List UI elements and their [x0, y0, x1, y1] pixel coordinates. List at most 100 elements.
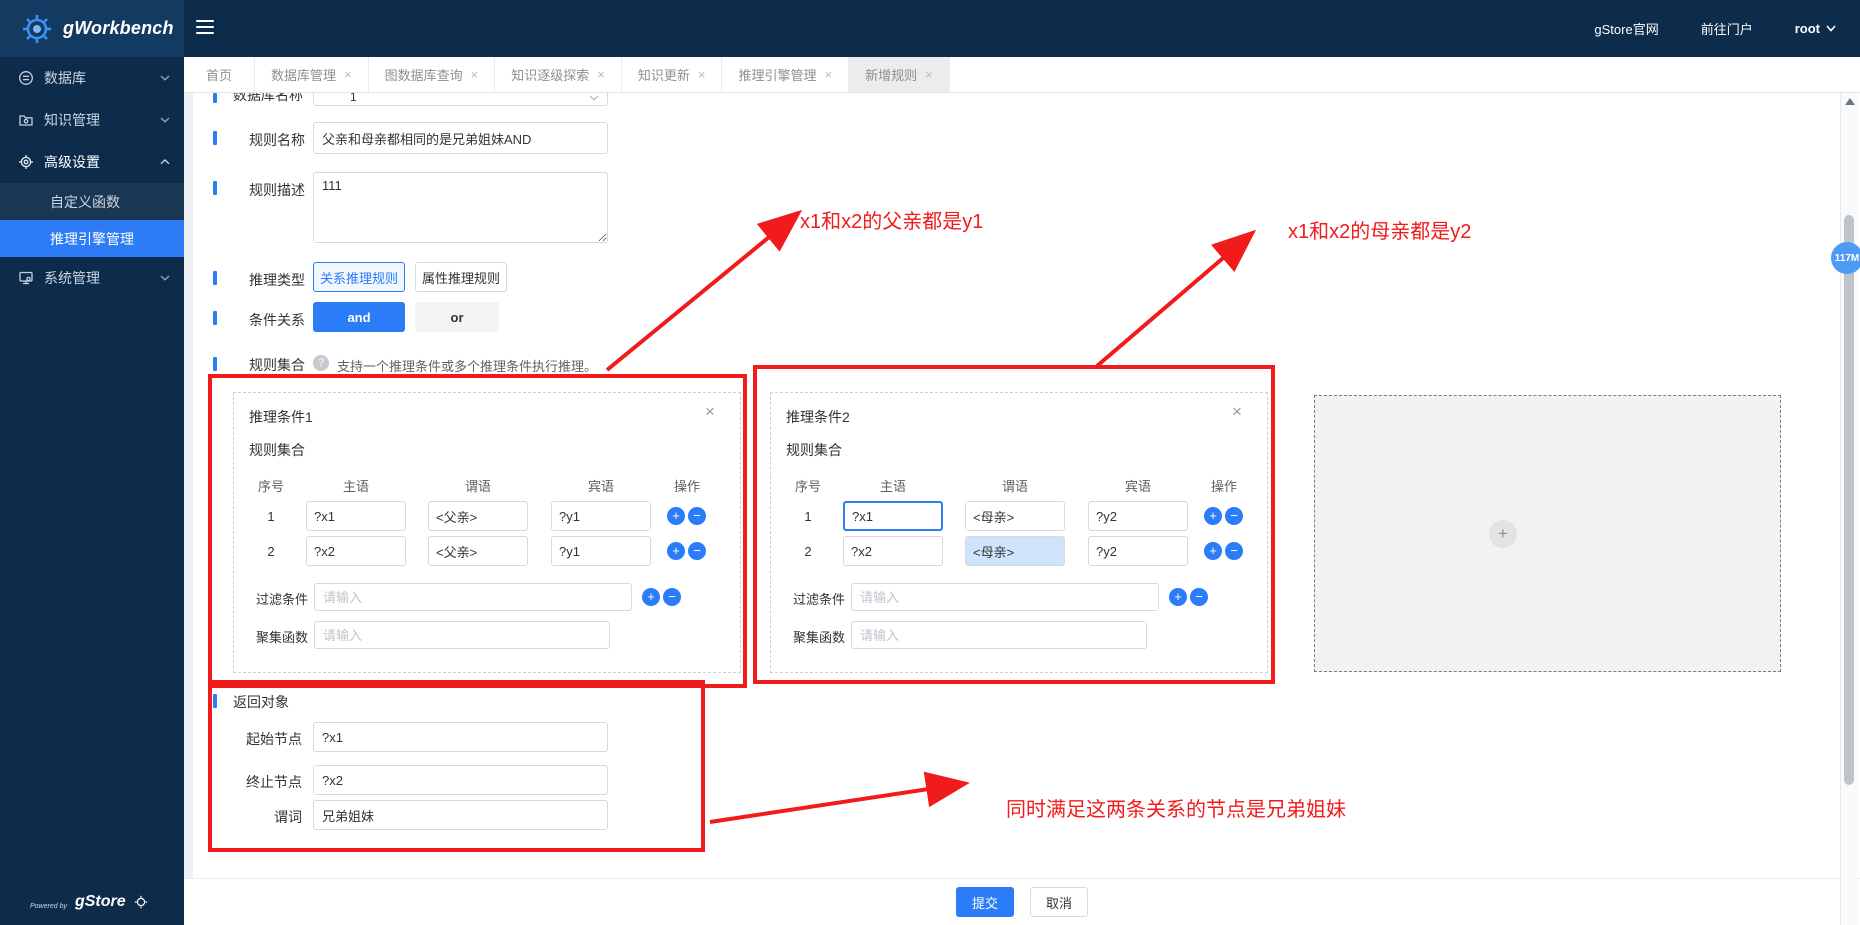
tab-close-icon[interactable]: × [344, 67, 352, 82]
tab-close-icon[interactable]: × [925, 67, 933, 82]
sidebar-item-database[interactable]: 数据库 [0, 57, 184, 99]
sidebar-item-custom-functions[interactable]: 自定义函数 [0, 183, 184, 220]
tab-close-icon[interactable]: × [597, 67, 605, 82]
tab-home[interactable]: 首页 [184, 57, 256, 92]
memory-badge[interactable]: 117M [1831, 242, 1860, 274]
sidebar: 数据库 知识管理 高级设置 自定义函数 推理引擎管理 系统管理 Powered … [0, 57, 184, 925]
aggregate-input[interactable] [314, 621, 610, 649]
tab-label: 知识逐级探索 [511, 68, 590, 83]
aggregate-input[interactable] [851, 621, 1147, 649]
database-select[interactable]: 1 [313, 93, 608, 106]
remove-filter-button[interactable]: − [1190, 588, 1208, 606]
tab-close-icon[interactable]: × [698, 67, 706, 82]
scrollbar[interactable] [1840, 93, 1857, 925]
add-row-button[interactable]: + [667, 507, 685, 525]
sidebar-item-advanced-settings[interactable]: 高级设置 [0, 141, 184, 183]
rule-set-hint: 支持一个推理条件或多个推理条件执行推理。 [337, 359, 598, 374]
predicate-word-input[interactable] [313, 800, 608, 830]
rule-name-input[interactable] [313, 122, 608, 154]
scrollbar-thumb[interactable] [1844, 215, 1854, 785]
add-row-button[interactable]: + [1204, 542, 1222, 560]
close-icon[interactable]: × [1232, 403, 1242, 420]
nav-portal-link[interactable]: 前往门户 [1701, 19, 1753, 38]
remove-row-button[interactable]: − [688, 507, 706, 525]
condition-panel-2: 推理条件2 × 规则集合 序号 主语 谓语 宾语 操作 1 + − 2 + − … [770, 392, 1268, 673]
chevron-down-icon [1826, 25, 1836, 32]
nav-gstore-site-link[interactable]: gStore官网 [1594, 19, 1658, 38]
rule-desc-textarea[interactable]: 111 [313, 172, 608, 243]
predicate-input-selected[interactable] [965, 536, 1065, 566]
canvas-add-icon[interactable]: + [1489, 520, 1517, 548]
and-button[interactable]: and [313, 302, 405, 332]
field-accent-bar [213, 181, 217, 195]
object-input[interactable] [551, 536, 651, 566]
col-subject: 主语 [879, 479, 906, 494]
remove-filter-button[interactable]: − [663, 588, 681, 606]
sidebar-item-knowledge[interactable]: 知识管理 [0, 99, 184, 141]
cond-rel-label: 条件关系 [249, 312, 305, 328]
tab-database-management[interactable]: 数据库管理 × [255, 57, 369, 92]
tab-label: 首页 [206, 68, 233, 83]
submit-button[interactable]: 提交 [956, 887, 1014, 917]
clipped-field-value: 1 [350, 93, 357, 104]
rule-type-relation-button[interactable]: 关系推理规则 [313, 262, 405, 292]
close-icon[interactable]: × [705, 403, 715, 420]
add-filter-button[interactable]: + [1169, 588, 1187, 606]
predicate-input[interactable] [428, 501, 528, 531]
return-object-title: 返回对象 [233, 694, 289, 710]
aggregate-label: 聚集函数 [255, 630, 308, 645]
subject-input[interactable] [306, 501, 406, 531]
add-filter-button[interactable]: + [642, 588, 660, 606]
predicate-word-label: 谓词 [274, 809, 302, 825]
tab-close-icon[interactable]: × [471, 67, 479, 82]
condition-panel-1: 推理条件1 × 规则集合 序号 主语 谓语 宾语 操作 1 + − 2 + − … [233, 392, 741, 673]
tab-close-icon[interactable]: × [824, 67, 832, 82]
tab-bar: 首页 数据库管理 × 图数据库查询 × 知识逐级探索 × 知识更新 × 推理引擎管理 × … [184, 57, 1860, 93]
rule-desc-label: 规则描述 [249, 182, 305, 198]
object-input[interactable] [1088, 536, 1188, 566]
tab-graph-db-query[interactable]: 图数据库查询 × [369, 57, 496, 92]
tab-label: 图数据库查询 [384, 68, 463, 83]
add-row-button[interactable]: + [1204, 507, 1222, 525]
or-button[interactable]: or [415, 302, 499, 332]
predicate-input[interactable] [428, 536, 528, 566]
filter-input[interactable] [314, 583, 632, 611]
end-node-input[interactable] [313, 765, 608, 795]
sidebar-item-system[interactable]: 系统管理 [0, 257, 184, 299]
start-node-input[interactable] [313, 722, 608, 752]
user-menu[interactable]: root [1795, 21, 1836, 36]
object-input[interactable] [1088, 501, 1188, 531]
help-icon[interactable]: ? [313, 355, 329, 371]
annotation-note-3: 同时满足这两条关系的节点是兄弟姐妹 [1006, 799, 1346, 821]
remove-row-button[interactable]: − [1225, 542, 1243, 560]
cancel-button[interactable]: 取消 [1030, 887, 1088, 917]
subject-input-focused[interactable] [843, 501, 943, 531]
filter-input[interactable] [851, 583, 1159, 611]
col-seq: 序号 [794, 479, 821, 494]
subject-input[interactable] [306, 536, 406, 566]
field-accent-bar [213, 694, 217, 708]
add-row-button[interactable]: + [667, 542, 685, 560]
tab-knowledge-explore[interactable]: 知识逐级探索 × [495, 57, 622, 92]
field-accent-bar [213, 131, 217, 145]
chevron-up-icon [160, 159, 170, 165]
sidebar-item-inference-engine[interactable]: 推理引擎管理 [0, 220, 184, 257]
scroll-up-icon[interactable] [1845, 98, 1855, 105]
tab-new-rule[interactable]: 新增规则 × [849, 57, 950, 92]
remove-row-button[interactable]: − [1225, 507, 1243, 525]
powered-by-label: Powered by [30, 903, 67, 910]
end-node-label: 终止节点 [246, 774, 302, 790]
chevron-down-icon [160, 75, 170, 81]
rule-type-attribute-button[interactable]: 属性推理规则 [415, 262, 507, 292]
sidebar-item-label: 推理引擎管理 [50, 230, 134, 247]
tab-inference-engine[interactable]: 推理引擎管理 × [722, 57, 850, 92]
field-accent-bar [213, 93, 217, 103]
powered-by-gstore-logo: Powered by gStore [30, 893, 148, 911]
row-seq: 1 [267, 509, 275, 524]
tab-knowledge-update[interactable]: 知识更新 × [622, 57, 723, 92]
sidebar-collapse-icon[interactable] [196, 20, 214, 36]
object-input[interactable] [551, 501, 651, 531]
predicate-input[interactable] [965, 501, 1065, 531]
subject-input[interactable] [843, 536, 943, 566]
remove-row-button[interactable]: − [688, 542, 706, 560]
